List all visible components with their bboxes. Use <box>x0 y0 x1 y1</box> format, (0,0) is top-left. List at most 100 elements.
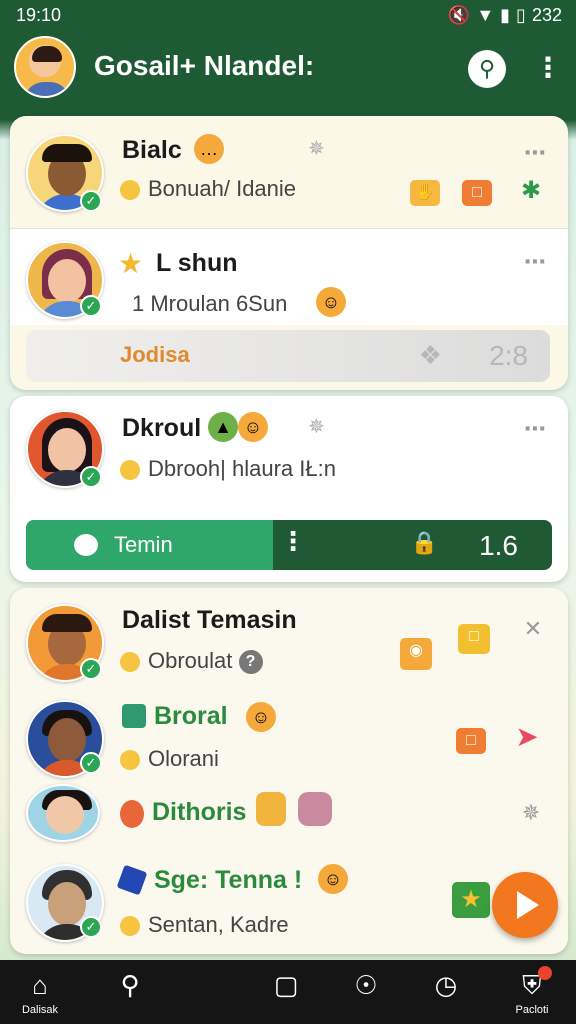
status-bar: 19:10 🔇 ▼ ▮ ▯ 232 <box>0 0 576 30</box>
status-time: 19:10 <box>16 5 62 25</box>
star-icon: ✵ <box>308 138 325 160</box>
more-dots-icon[interactable]: ⋯ <box>524 249 547 275</box>
arrow-right-icon[interactable]: ➤ <box>512 723 542 751</box>
divider-handle-icon[interactable]: ⋮ <box>280 526 306 557</box>
search-button[interactable]: ⚲ <box>468 50 506 88</box>
chat-preview: Sentan, Kadre <box>120 912 289 938</box>
help-icon: ? <box>238 650 263 675</box>
chat-name: Broral <box>154 702 228 730</box>
mute-x-icon[interactable]: ✕ <box>518 616 548 642</box>
bee-icon <box>256 792 286 826</box>
wifi-icon: ▼ <box>476 5 495 25</box>
app-title: Gosail+ Nlandel: <box>94 50 315 81</box>
play-fab-button[interactable] <box>492 872 558 938</box>
online-check-icon: ✓ <box>80 295 102 317</box>
chat-row-dithoris[interactable]: Dithoris ✵ <box>10 780 568 852</box>
play-icon <box>517 891 539 919</box>
nav-search[interactable]: ⚲ <box>100 970 160 1020</box>
bag-icon <box>298 792 332 826</box>
chat-row-dkroul[interactable]: ✓ Dkroul ▲ ☺ ✵ ⋯ Dbrooh| hlaura IŁ:n <box>10 396 568 516</box>
cat-icon[interactable]: ◉ <box>400 638 432 670</box>
nav-home[interactable]: ⌂ Dalisak <box>10 970 70 1020</box>
search-icon: ⚲ <box>478 56 496 81</box>
status-icons: 🔇 ▼ ▮ ▯ 232 <box>448 5 562 26</box>
chat-preview: Olorani <box>120 746 219 772</box>
sparkle-icon[interactable]: ✱ <box>516 178 546 204</box>
pin-icon[interactable]: ✵ <box>516 800 546 826</box>
progress-bar[interactable]: Temin ⋮ 🔒 1.6 <box>26 520 552 570</box>
chat-preview: Bonuah/ Idanie <box>120 176 296 202</box>
chat-name: Dalist Temasin <box>122 606 297 634</box>
more-dots-icon[interactable]: ⋯ <box>524 140 547 166</box>
nav-label: Dalisak <box>21 1004 59 1016</box>
smiley-icon <box>120 180 140 201</box>
more-vertical-icon: ⋮ <box>534 52 562 83</box>
app-bar: Gosail+ Nlandel: ⚲ ⋮ <box>0 30 576 110</box>
avatar <box>26 784 100 842</box>
mute-icon: 🔇 <box>447 5 471 25</box>
battery-text: 232 <box>531 5 562 25</box>
more-options-button[interactable]: ⋮ <box>534 50 562 90</box>
chat-bubble-icon <box>74 534 98 556</box>
smiley-icon <box>120 916 140 937</box>
chat-row-sge[interactable]: ✓ Sge: Tenna ! ☺ Sentan, Kadre ★ <box>10 854 568 950</box>
chat-name: L shun <box>156 249 238 277</box>
progress-label: Temin <box>114 532 173 557</box>
nav-profile[interactable]: ⛨ Pacloti <box>502 966 562 1020</box>
progress-value: 1.6 <box>479 530 518 561</box>
online-check-icon: ✓ <box>80 752 102 774</box>
chat-preview: Dbrooh| hlaura IŁ:n <box>120 456 336 482</box>
status-pill[interactable]: Jodisa ❖ 2:8 <box>26 330 550 382</box>
message-icon[interactable]: □ <box>462 180 492 206</box>
hands-icon[interactable]: ✋ <box>410 180 440 206</box>
notification-badge <box>538 966 552 980</box>
chat-card: ✓ Dkroul ▲ ☺ ✵ ⋯ Dbrooh| hlaura IŁ:n Tem… <box>10 396 568 582</box>
smiley-icon <box>120 652 140 673</box>
online-check-icon: ✓ <box>80 916 102 938</box>
emoji-icon: ☺ <box>316 287 346 317</box>
nav-compass[interactable]: ☉ <box>336 970 396 1020</box>
star-icon: ★ <box>118 248 144 279</box>
flame-icon <box>120 800 144 828</box>
smiley-icon <box>120 460 140 481</box>
pill-label: Jodisa <box>120 342 190 367</box>
chat-bubble-icon[interactable]: □ <box>458 624 490 654</box>
chat-row-bialc[interactable]: ✓ Bialc … ✵ ⋯ Bonuah/ Idanie ✋ □ ✱ <box>10 116 568 228</box>
signal-icon: ▮ <box>500 5 511 25</box>
more-dots-icon[interactable]: ⋯ <box>524 416 547 442</box>
online-check-icon: ✓ <box>80 466 102 488</box>
square-icon: ▢ <box>273 970 299 1000</box>
emoji-icon: ▲ <box>208 412 238 442</box>
shield-icon: ⛨ <box>522 970 542 1000</box>
smiley-icon <box>120 750 140 771</box>
chat-card: ✓ Bialc … ✵ ⋯ Bonuah/ Idanie ✋ □ ✱ ✓ ★ L… <box>10 116 568 390</box>
chat-card: ✓ Dalist Temasin Obroulat ? ◉ □ ✕ ✓ Bror… <box>10 588 568 954</box>
profile-avatar[interactable] <box>14 36 76 98</box>
chat-preview: 1 Mroulan 6Sun <box>132 291 288 316</box>
chat-row-broral[interactable]: ✓ Broral ☺ Olorani □ ➤ <box>10 692 568 778</box>
star-chat-icon[interactable]: ★ <box>452 882 490 918</box>
emoji-icon: ☺ <box>246 702 276 732</box>
timer-icon: ◷ <box>434 970 458 1000</box>
chat-name: Sge: Tenna ! <box>154 866 303 894</box>
bottom-nav: ⌂ Dalisak ⚲ ▢ ☉ ◷ ⛨ Pacloti <box>0 960 576 1024</box>
emoji-icon: ☺ <box>238 412 268 442</box>
book-icon <box>116 864 148 896</box>
home-icon: ⌂ <box>32 970 48 1000</box>
chat-row-dalist[interactable]: ✓ Dalist Temasin Obroulat ? ◉ □ ✕ <box>10 588 568 688</box>
message-icon[interactable]: □ <box>456 728 486 754</box>
chat-row-lshun[interactable]: ✓ ★ L shun ⋯ 1 Mroulan 6Sun ☺ <box>10 229 568 325</box>
search-icon: ⚲ <box>120 970 140 1000</box>
online-check-icon: ✓ <box>80 658 102 680</box>
online-check-icon: ✓ <box>80 190 102 212</box>
chat-name: Dithoris <box>152 798 247 826</box>
pill-value: 2:8 <box>489 340 528 371</box>
compass-icon: ☉ <box>354 970 378 1000</box>
emoji-icon: ☺ <box>318 864 348 894</box>
chat-name: Bialc <box>122 136 182 164</box>
star-icon: ✵ <box>308 416 325 438</box>
nav-square[interactable]: ▢ <box>256 970 316 1020</box>
nav-timer[interactable]: ◷ <box>416 970 476 1020</box>
lock-icon: 🔒 <box>410 530 438 555</box>
puzzle-icon: ❖ <box>418 340 442 370</box>
